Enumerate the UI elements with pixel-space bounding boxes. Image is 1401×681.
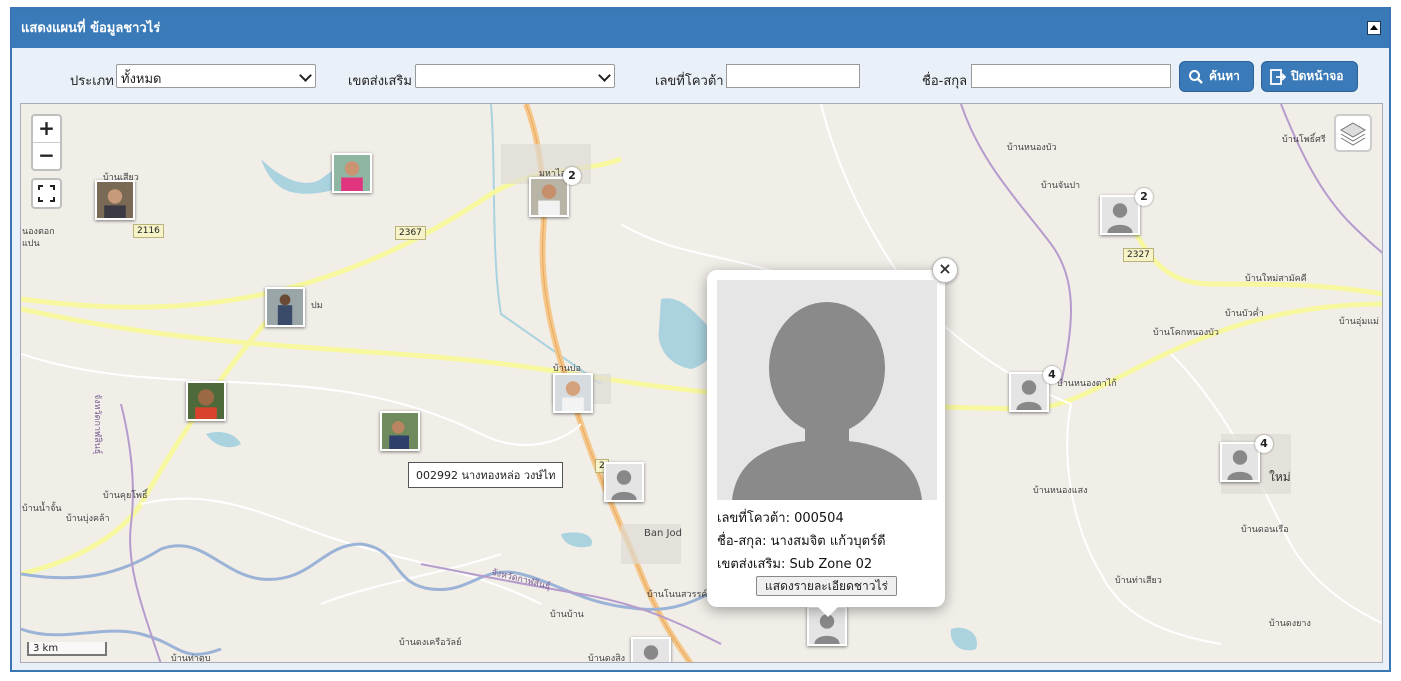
place-label: บ้านดงยาง	[1269, 619, 1311, 629]
place-label: Ban Jod	[644, 528, 682, 539]
default-avatar-icon	[606, 464, 642, 500]
farmer-photo	[382, 413, 418, 449]
road-number-label: 2116	[133, 224, 164, 238]
farmer-marker[interactable]	[332, 153, 372, 193]
type-select-value: ทั้งหมด	[121, 72, 162, 87]
chevron-down-icon	[598, 69, 611, 82]
road-number-label: 2367	[395, 226, 426, 240]
zoom-control: + −	[31, 114, 62, 171]
place-label: บ้านบัวค่ำ	[1225, 309, 1264, 319]
fullscreen-icon	[38, 185, 55, 202]
popup-zone: เขตส่งเสริม: Sub Zone 02	[717, 557, 873, 572]
farmer-marker[interactable]	[95, 180, 135, 220]
collapse-icon[interactable]	[1367, 21, 1381, 35]
place-label: ใหม่	[1269, 470, 1291, 484]
marker-tooltip: 002992 นางทองหล่อ วงษ์ไท	[408, 462, 564, 488]
place-label: บ้านหนองบัว	[1007, 143, 1057, 153]
place-label: บ้านโนนสวรรค์	[647, 590, 708, 600]
default-avatar-icon	[1011, 374, 1047, 410]
panel-title: แสดงแผนที่ ข้อมูลชาวไร่	[21, 21, 161, 36]
place-label: บ้านท่าเสียว	[1115, 576, 1162, 586]
farmer-photo	[267, 289, 303, 325]
place-label: บ้านโพธิ์ศรี	[1282, 135, 1326, 145]
cluster-count-badge: 4	[1043, 366, 1061, 384]
farmer-photo	[531, 179, 567, 215]
place-label: บ้านดอนเรือ	[1241, 525, 1289, 535]
farmer-photo	[188, 383, 224, 419]
filter-bar: ประเภท ทั้งหมด เขตส่งเสริม เลขที่โควต้า …	[12, 48, 1389, 104]
place-label: แปน	[22, 239, 40, 249]
layers-icon	[1340, 122, 1366, 146]
fullscreen-button[interactable]	[31, 178, 62, 209]
farmer-photo	[97, 182, 133, 218]
place-label: บ้านน้ำจั้น	[22, 504, 62, 514]
popup-name: ชื่อ-สกุล: นางสมจิต แก้วบุตร์ดี	[717, 534, 886, 549]
default-avatar-icon	[1222, 444, 1258, 480]
layers-button[interactable]	[1334, 114, 1372, 152]
farmer-marker[interactable]	[553, 373, 593, 413]
map-canvas[interactable]: บ้านเสียว นองตอก แปน มหาไลย บ้านหนองบัว …	[20, 103, 1383, 663]
zone-label: เขตส่งเสริม	[348, 74, 412, 89]
place-label: บ้านหนองแสง	[1033, 486, 1088, 496]
zone-select[interactable]	[415, 64, 615, 88]
quota-input[interactable]	[726, 64, 860, 88]
default-avatar-icon	[633, 639, 669, 662]
place-label: บ้านคุยโพธิ์	[103, 491, 148, 501]
farmer-marker[interactable]	[1100, 195, 1140, 235]
cluster-count-badge: 2	[563, 167, 581, 185]
search-icon	[1189, 69, 1203, 84]
place-label: ปม	[311, 301, 323, 311]
search-button-label: ค้นหา	[1209, 69, 1240, 83]
place-label: บ้านใหม่สามัคคี	[1245, 274, 1307, 284]
close-screen-button[interactable]: ปิดหน้าจอ	[1261, 61, 1358, 92]
farmer-popup: × เลขที่โควต้า: 000504 ชื่อ-สกุล: นางสมจ…	[707, 257, 958, 617]
farmer-map-panel: แสดงแผนที่ ข้อมูลชาวไร่ ประเภท ทั้งหมด เ…	[10, 7, 1391, 672]
place-label: บ้านดงเครือวัลย์	[399, 638, 462, 648]
close-screen-label: ปิดหน้าจอ	[1291, 69, 1344, 83]
road-number-label: 2327	[1123, 248, 1154, 262]
popup-quota: เลขที่โควต้า: 000504	[717, 511, 844, 526]
place-label: บ้านจันปา	[1041, 181, 1081, 191]
place-label: บ้านดงสิง	[588, 654, 626, 663]
zoom-in-button[interactable]: +	[33, 116, 60, 143]
place-label: บ้านหนองตาไก้	[1057, 379, 1117, 389]
name-label: ชื่อ-สกุล	[922, 74, 968, 89]
province-label: จังหวัดกาฬสินธุ์	[92, 394, 102, 455]
popup-tip	[817, 606, 839, 617]
scale-bar: 3 km	[27, 642, 107, 656]
farmer-photo	[334, 155, 370, 191]
default-avatar-icon	[1102, 197, 1138, 233]
type-label: ประเภท	[70, 74, 114, 89]
farmer-marker[interactable]	[529, 177, 569, 217]
place-label: บ้านบ้าน	[550, 610, 584, 620]
place-label: บ้านโคกหนองบัว	[1153, 328, 1219, 338]
place-label: บ้านอุ่มแม่	[1339, 317, 1379, 327]
farmer-photo	[555, 375, 591, 411]
farmer-marker[interactable]	[631, 637, 671, 662]
quota-label: เลขที่โควต้า	[655, 74, 724, 89]
sign-out-icon	[1270, 68, 1286, 85]
cluster-count-badge: 2	[1135, 188, 1153, 206]
place-label: บ้านบุ่งคล้า	[66, 514, 110, 524]
default-avatar-icon	[717, 280, 937, 500]
name-input[interactable]	[971, 64, 1171, 88]
cluster-count-badge: 4	[1255, 435, 1273, 453]
search-button[interactable]: ค้นหา	[1179, 61, 1254, 92]
farmer-marker[interactable]	[604, 462, 644, 502]
farmer-marker[interactable]	[265, 287, 305, 327]
type-select[interactable]: ทั้งหมด	[116, 64, 316, 88]
farmer-detail-button[interactable]: แสดงรายละเอียดชาวไร่	[756, 576, 897, 596]
zoom-out-button[interactable]: −	[33, 143, 60, 169]
farmer-marker[interactable]	[1220, 442, 1260, 482]
panel-header: แสดงแผนที่ ข้อมูลชาวไร่	[12, 9, 1389, 48]
place-label: บ้านท่าตูบ	[171, 654, 211, 663]
chevron-down-icon	[299, 69, 312, 82]
farmer-marker[interactable]	[380, 411, 420, 451]
farmer-marker[interactable]	[186, 381, 226, 421]
